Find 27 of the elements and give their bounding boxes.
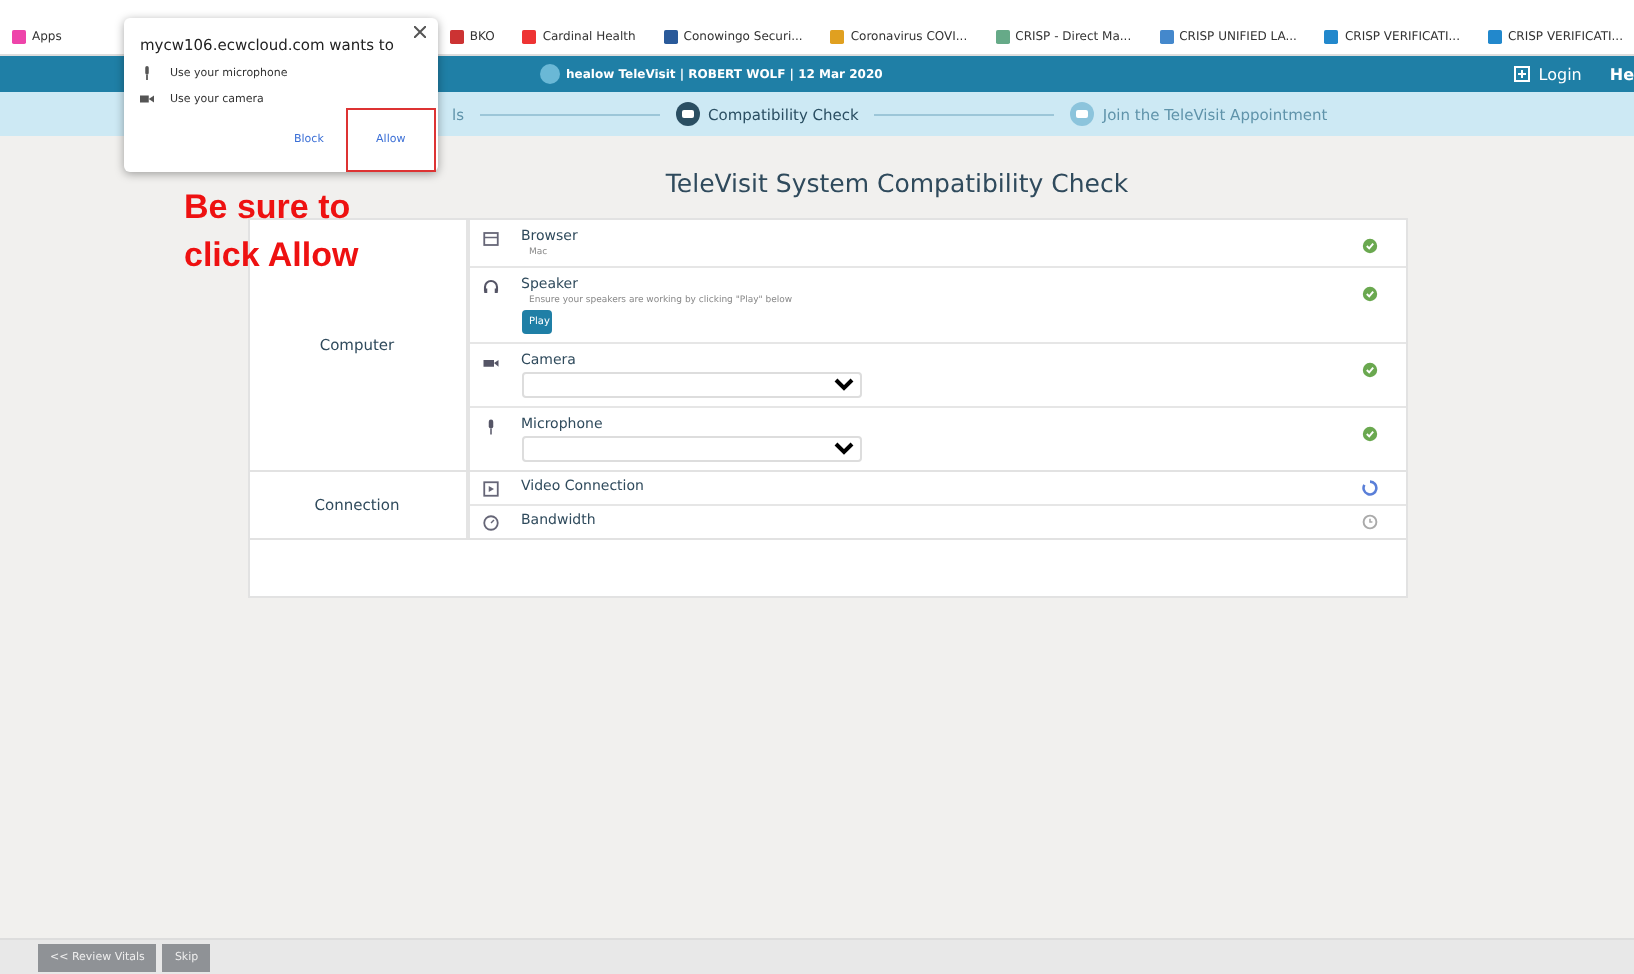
bookmark-icon [449, 29, 464, 43]
bookmark-icon [1324, 29, 1339, 43]
browser-icon [481, 230, 499, 248]
bookmark-icon [995, 29, 1010, 43]
logo [540, 64, 560, 84]
video-icon [481, 480, 499, 498]
bookmark-icon [12, 29, 26, 43]
bookmark-icon [663, 29, 678, 43]
device-select[interactable] [521, 436, 861, 462]
bookmark-icon [1487, 29, 1502, 43]
menu-link[interactable]: He [1609, 65, 1634, 83]
login-icon [1514, 66, 1531, 82]
bookmark-icon [1159, 29, 1174, 43]
bookmark-icon [830, 29, 845, 43]
camera-icon [481, 354, 499, 372]
device-select[interactable] [521, 372, 861, 398]
chat-icon [1070, 102, 1095, 126]
chat-icon [676, 102, 700, 126]
annotation-text: Be sure to click Allow [184, 186, 361, 278]
page-title: TeleVisit System Compatibility Check [663, 168, 1129, 198]
gauge-icon [481, 514, 499, 532]
camera-icon [140, 92, 154, 106]
close-icon[interactable] [414, 26, 426, 38]
headphones-icon [481, 278, 499, 296]
bookmark-icon [522, 29, 537, 43]
microphone-icon [140, 66, 154, 80]
login-link[interactable]: Login [1514, 65, 1582, 83]
